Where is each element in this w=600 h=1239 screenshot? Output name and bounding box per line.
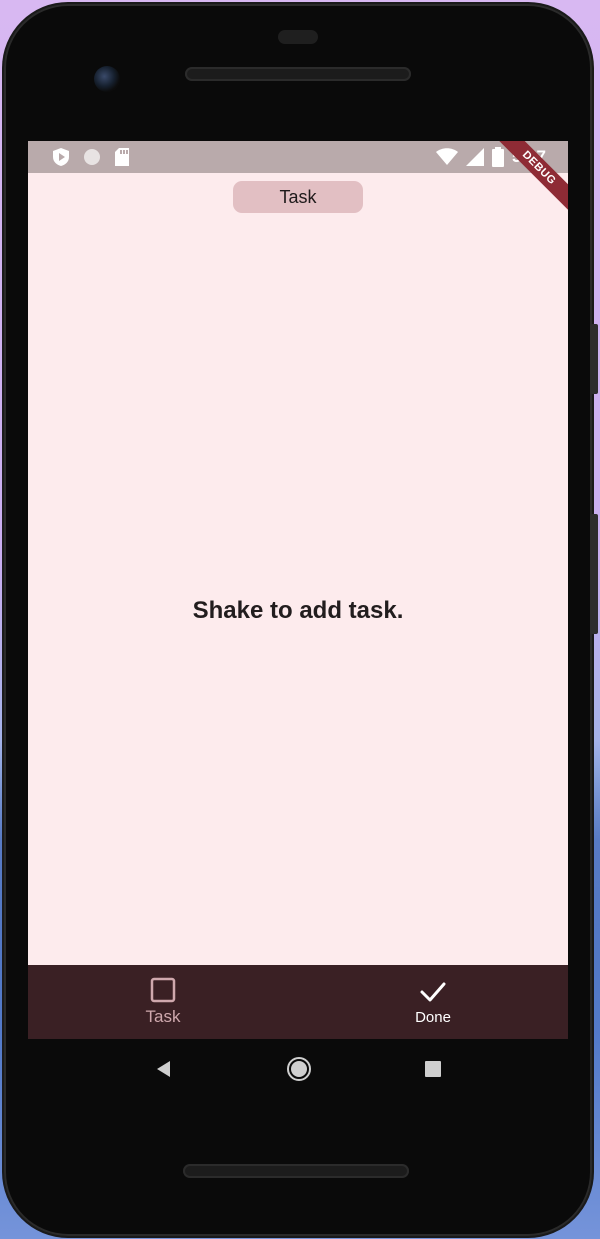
play-protect-icon (53, 148, 69, 166)
status-bar: 5:37 (28, 141, 568, 173)
check-icon (420, 982, 446, 1001)
top-speaker (185, 67, 411, 81)
earpiece-sensor (278, 30, 318, 44)
bottom-speaker (183, 1164, 409, 1178)
nav-item-done-label: Done (415, 1008, 451, 1026)
circle-icon (84, 149, 100, 165)
power-button (590, 514, 598, 634)
sd-card-icon (115, 148, 129, 166)
back-icon[interactable] (154, 1059, 174, 1079)
recents-icon[interactable] (424, 1060, 442, 1078)
checkbox-outline-icon (150, 977, 176, 1003)
android-navigation-bar (28, 1039, 568, 1099)
bottom-navigation: Task Done (28, 965, 568, 1039)
signal-icon (465, 148, 484, 166)
volume-button (590, 324, 598, 394)
front-camera (94, 66, 120, 92)
nav-item-task-label: Task (145, 1007, 181, 1026)
home-icon[interactable] (286, 1056, 312, 1082)
wifi-icon (435, 148, 458, 165)
nav-item-task[interactable]: Task (28, 965, 298, 1039)
app-screen: 5:37 DEBUG Task Shake to add task. Task … (28, 141, 568, 1039)
nav-item-done[interactable]: Done (298, 965, 568, 1039)
phone-frame: 5:37 DEBUG Task Shake to add task. Task … (4, 4, 598, 1236)
task-chip[interactable]: Task (233, 181, 363, 213)
task-chip-label: Task (279, 186, 317, 207)
empty-state-message: Shake to add task. (192, 597, 404, 624)
battery-icon (491, 147, 504, 167)
